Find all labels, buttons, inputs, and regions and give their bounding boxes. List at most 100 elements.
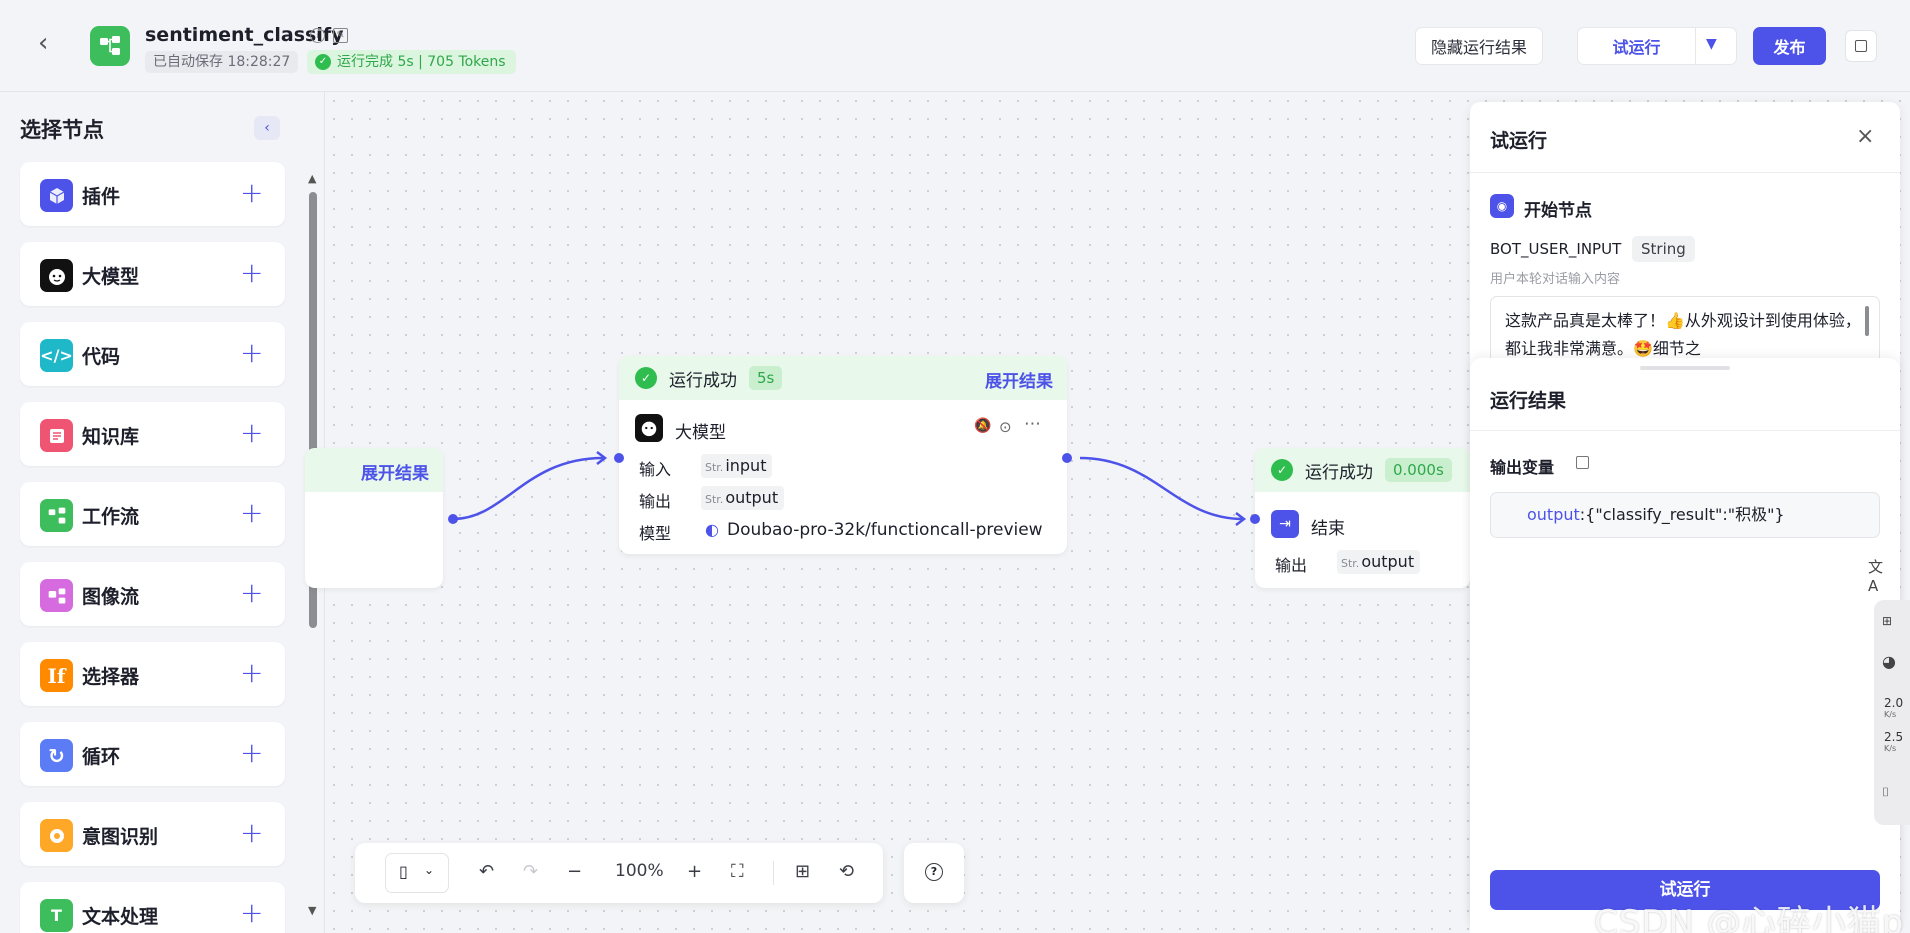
- start-node-output-port[interactable]: [448, 514, 458, 524]
- publish-button[interactable]: 发布: [1753, 27, 1826, 65]
- llm-node-card[interactable]: ✓ 运行成功 5s 展开结果 大模型 🔕 ⊙ ⋯ 输入 Str. input 输出…: [619, 356, 1067, 554]
- camera-icon[interactable]: ⌷: [1882, 785, 1889, 800]
- assistant-avatar-icon[interactable]: ◕: [1882, 652, 1896, 671]
- sidebar-item-label: 循环: [82, 746, 121, 768]
- intent-icon: [40, 819, 73, 852]
- mouse-icon: ▯: [399, 862, 408, 881]
- fit-view-icon[interactable]: ⛶: [731, 861, 744, 882]
- textarea-scrollbar[interactable]: [1865, 306, 1869, 336]
- sidebar-item-intent[interactable]: 意图识别 +: [20, 802, 285, 866]
- trial-run-button[interactable]: 试运行 ▼: [1577, 27, 1737, 65]
- add-icon[interactable]: +: [240, 176, 263, 209]
- play-circle-icon[interactable]: ⊙: [999, 418, 1012, 436]
- llm-node-title: 大模型: [675, 423, 726, 443]
- code-icon: </>: [40, 339, 73, 372]
- end-node-icon: ⇥: [1271, 510, 1299, 538]
- download-speed-value: 2.5: [1884, 730, 1904, 744]
- sidebar-title: 选择节点: [20, 118, 104, 142]
- translate-icon[interactable]: 文A: [1868, 556, 1892, 595]
- if-icon: If: [40, 659, 73, 692]
- str-prefix: Str.: [705, 461, 724, 474]
- layout-grid-icon[interactable]: ⊞: [795, 861, 810, 882]
- sidebar-item-plugin[interactable]: 插件 +: [20, 162, 285, 226]
- sidebar-item-llm[interactable]: 大模型 +: [20, 242, 285, 306]
- panel-title: 试运行: [1490, 130, 1548, 152]
- more-icon[interactable]: ⋯: [1024, 414, 1041, 434]
- collapse-sidebar-icon[interactable]: ‹: [254, 116, 280, 140]
- csdn-watermark: CSDN @心碎小猫p: [1594, 903, 1905, 933]
- node-sidebar: 选择节点 ‹ 插件 + 大模型 + </> 代码 + 知识库 + 工作流 + 图…: [0, 92, 325, 933]
- add-icon[interactable]: +: [240, 816, 263, 849]
- add-icon[interactable]: +: [240, 576, 263, 609]
- copy-icon[interactable]: [1845, 30, 1877, 62]
- zoom-out-icon[interactable]: −: [567, 861, 582, 882]
- interaction-mode-select[interactable]: ▯ ⌄: [385, 853, 449, 893]
- knowledge-icon: [40, 419, 73, 452]
- close-icon[interactable]: ×: [1856, 124, 1874, 149]
- output-key: output: [1527, 505, 1580, 524]
- sidebar-item-image-flow[interactable]: 图像流 +: [20, 562, 285, 626]
- edit-icon[interactable]: ✎: [333, 28, 348, 43]
- zoom-in-icon[interactable]: +: [687, 861, 702, 882]
- llm-model-label: 模型: [639, 524, 672, 543]
- scroll-up-icon[interactable]: ▲: [308, 172, 316, 185]
- llm-node-time: 5s: [749, 366, 783, 390]
- floating-toolbar: ⊞ ◕ 2.0 K/s 2.5 K/s ⌷: [1874, 600, 1910, 825]
- run-status-badge: ✓ 运行完成 5s | 705 Tokens: [307, 50, 516, 74]
- redo-icon[interactable]: ↷: [523, 861, 538, 882]
- llm-node-status-text: 运行成功: [669, 370, 737, 391]
- workflow-icon: [40, 499, 73, 532]
- start-node-label: 开始节点: [1524, 201, 1592, 221]
- scroll-down-icon[interactable]: ▼: [308, 904, 316, 917]
- end-node-time: 0.000s: [1385, 458, 1452, 482]
- output-value-box: output:{"classify_result":"积极"}: [1490, 492, 1880, 538]
- output-variables-label: 输出变量: [1490, 458, 1555, 477]
- end-node-card[interactable]: ✓ 运行成功 0.000s ⇥ 结束 输出 Str. output: [1255, 448, 1470, 588]
- str-prefix: Str.: [705, 493, 724, 506]
- start-node-expand-link[interactable]: 展开结果: [361, 459, 429, 484]
- drag-handle[interactable]: [1640, 366, 1730, 370]
- plugin-icon: [40, 179, 73, 212]
- end-node-status-text: 运行成功: [1305, 462, 1373, 483]
- copy-icon[interactable]: [1576, 456, 1589, 469]
- add-icon[interactable]: +: [240, 656, 263, 689]
- add-icon[interactable]: +: [240, 416, 263, 449]
- llm-icon: [635, 414, 663, 442]
- end-node-input-port[interactable]: [1250, 514, 1260, 524]
- speed-unit: K/s: [1884, 710, 1897, 719]
- add-icon[interactable]: +: [240, 496, 263, 529]
- undo-icon[interactable]: ↶: [479, 861, 494, 882]
- upload-speed-value: 2.0: [1884, 696, 1904, 710]
- sidebar-item-loop[interactable]: ↻ 循环 +: [20, 722, 285, 786]
- llm-node-output-port[interactable]: [1062, 453, 1072, 463]
- output-value: :{"classify_result":"积极"}: [1579, 505, 1785, 524]
- add-icon[interactable]: +: [240, 736, 263, 769]
- start-node-card[interactable]: 展开结果: [305, 448, 443, 588]
- canvas-toolbar: ▯ ⌄ ↶ ↷ − 100% + ⛶ ⊞ ⟲: [355, 843, 883, 903]
- caret-down-icon[interactable]: ▼: [1706, 36, 1717, 52]
- add-icon[interactable]: +: [240, 336, 263, 369]
- workflow-logo-icon: [90, 26, 130, 66]
- back-arrow-icon[interactable]: ‹: [38, 30, 62, 56]
- zoom-level[interactable]: 100%: [615, 861, 664, 881]
- add-icon[interactable]: +: [240, 896, 263, 929]
- llm-node-input-port[interactable]: [614, 453, 624, 463]
- sidebar-item-label: 插件: [82, 186, 121, 208]
- sidebar-item-text[interactable]: T 文本处理 +: [20, 882, 285, 933]
- connector-style-icon[interactable]: ⟲: [839, 861, 854, 882]
- llm-node-expand-link[interactable]: 展开结果: [985, 367, 1053, 392]
- sidebar-item-workflow[interactable]: 工作流 +: [20, 482, 285, 546]
- str-prefix: Str.: [1341, 557, 1360, 570]
- add-icon[interactable]: +: [240, 256, 263, 289]
- help-icon: ?: [925, 863, 943, 881]
- hide-results-button[interactable]: 隐藏运行结果: [1415, 27, 1543, 65]
- info-icon[interactable]: i: [310, 28, 325, 43]
- sidebar-item-selector[interactable]: If 选择器 +: [20, 642, 285, 706]
- bell-off-icon[interactable]: 🔕: [974, 418, 991, 434]
- variable-name: BOT_USER_INPUT: [1490, 240, 1622, 258]
- apps-grid-icon[interactable]: ⊞: [1882, 614, 1892, 628]
- sidebar-item-code[interactable]: </> 代码 +: [20, 322, 285, 386]
- sidebar-item-knowledge[interactable]: 知识库 +: [20, 402, 285, 466]
- sidebar-item-label: 大模型: [82, 266, 140, 288]
- help-button[interactable]: ?: [904, 843, 964, 903]
